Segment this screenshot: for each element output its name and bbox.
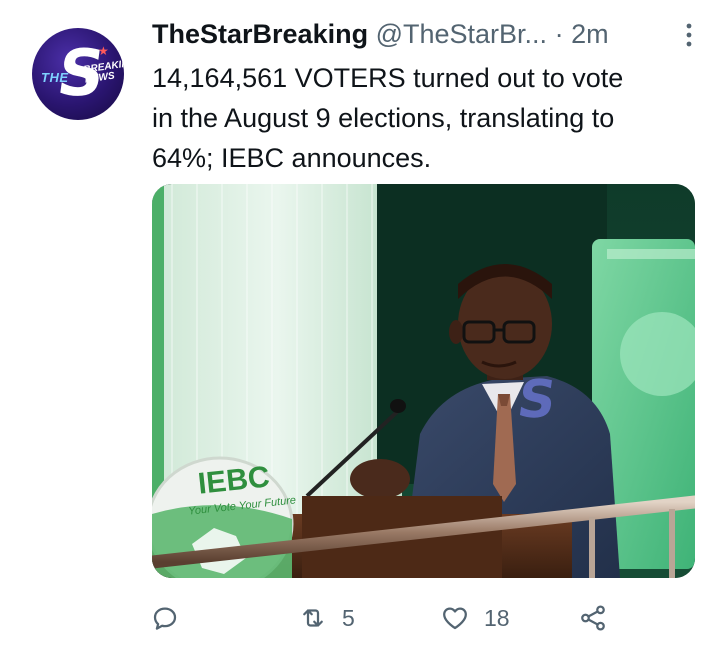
share-button[interactable] [578,598,622,638]
media-photo [152,184,695,578]
more-options-icon[interactable] [684,22,694,54]
retweet-icon [303,609,323,627]
retweet-count: 5 [342,604,355,631]
star-icon: ★ [98,44,109,58]
author-name[interactable]: TheStarBreaking [152,19,368,49]
author-handle[interactable]: @TheStarBr... [376,19,547,49]
reply-icon [153,607,177,630]
heart-icon [443,607,467,630]
tweet-time[interactable]: 2m [571,19,609,49]
separator-dot: · [554,19,564,49]
tweet-text: 14,164,561 VOTERS turned out to vote in … [152,63,624,173]
reply-button[interactable] [150,598,194,638]
share-icon [581,605,605,631]
retweet-button[interactable]: 5 [298,598,355,638]
like-button[interactable]: 18 [440,598,510,638]
avatar-logo-prefix: THE [41,70,69,85]
tweet-actions: 5 18 [150,598,620,638]
like-count: 18 [484,604,510,631]
tweet-media[interactable]: IEBC Your Vote Your Future S [152,184,695,578]
tweet-header: TheStarBreaking @TheStarBr... · 2m [152,18,696,50]
avatar[interactable]: S THE BREAKING NEWS ★ [32,28,124,120]
